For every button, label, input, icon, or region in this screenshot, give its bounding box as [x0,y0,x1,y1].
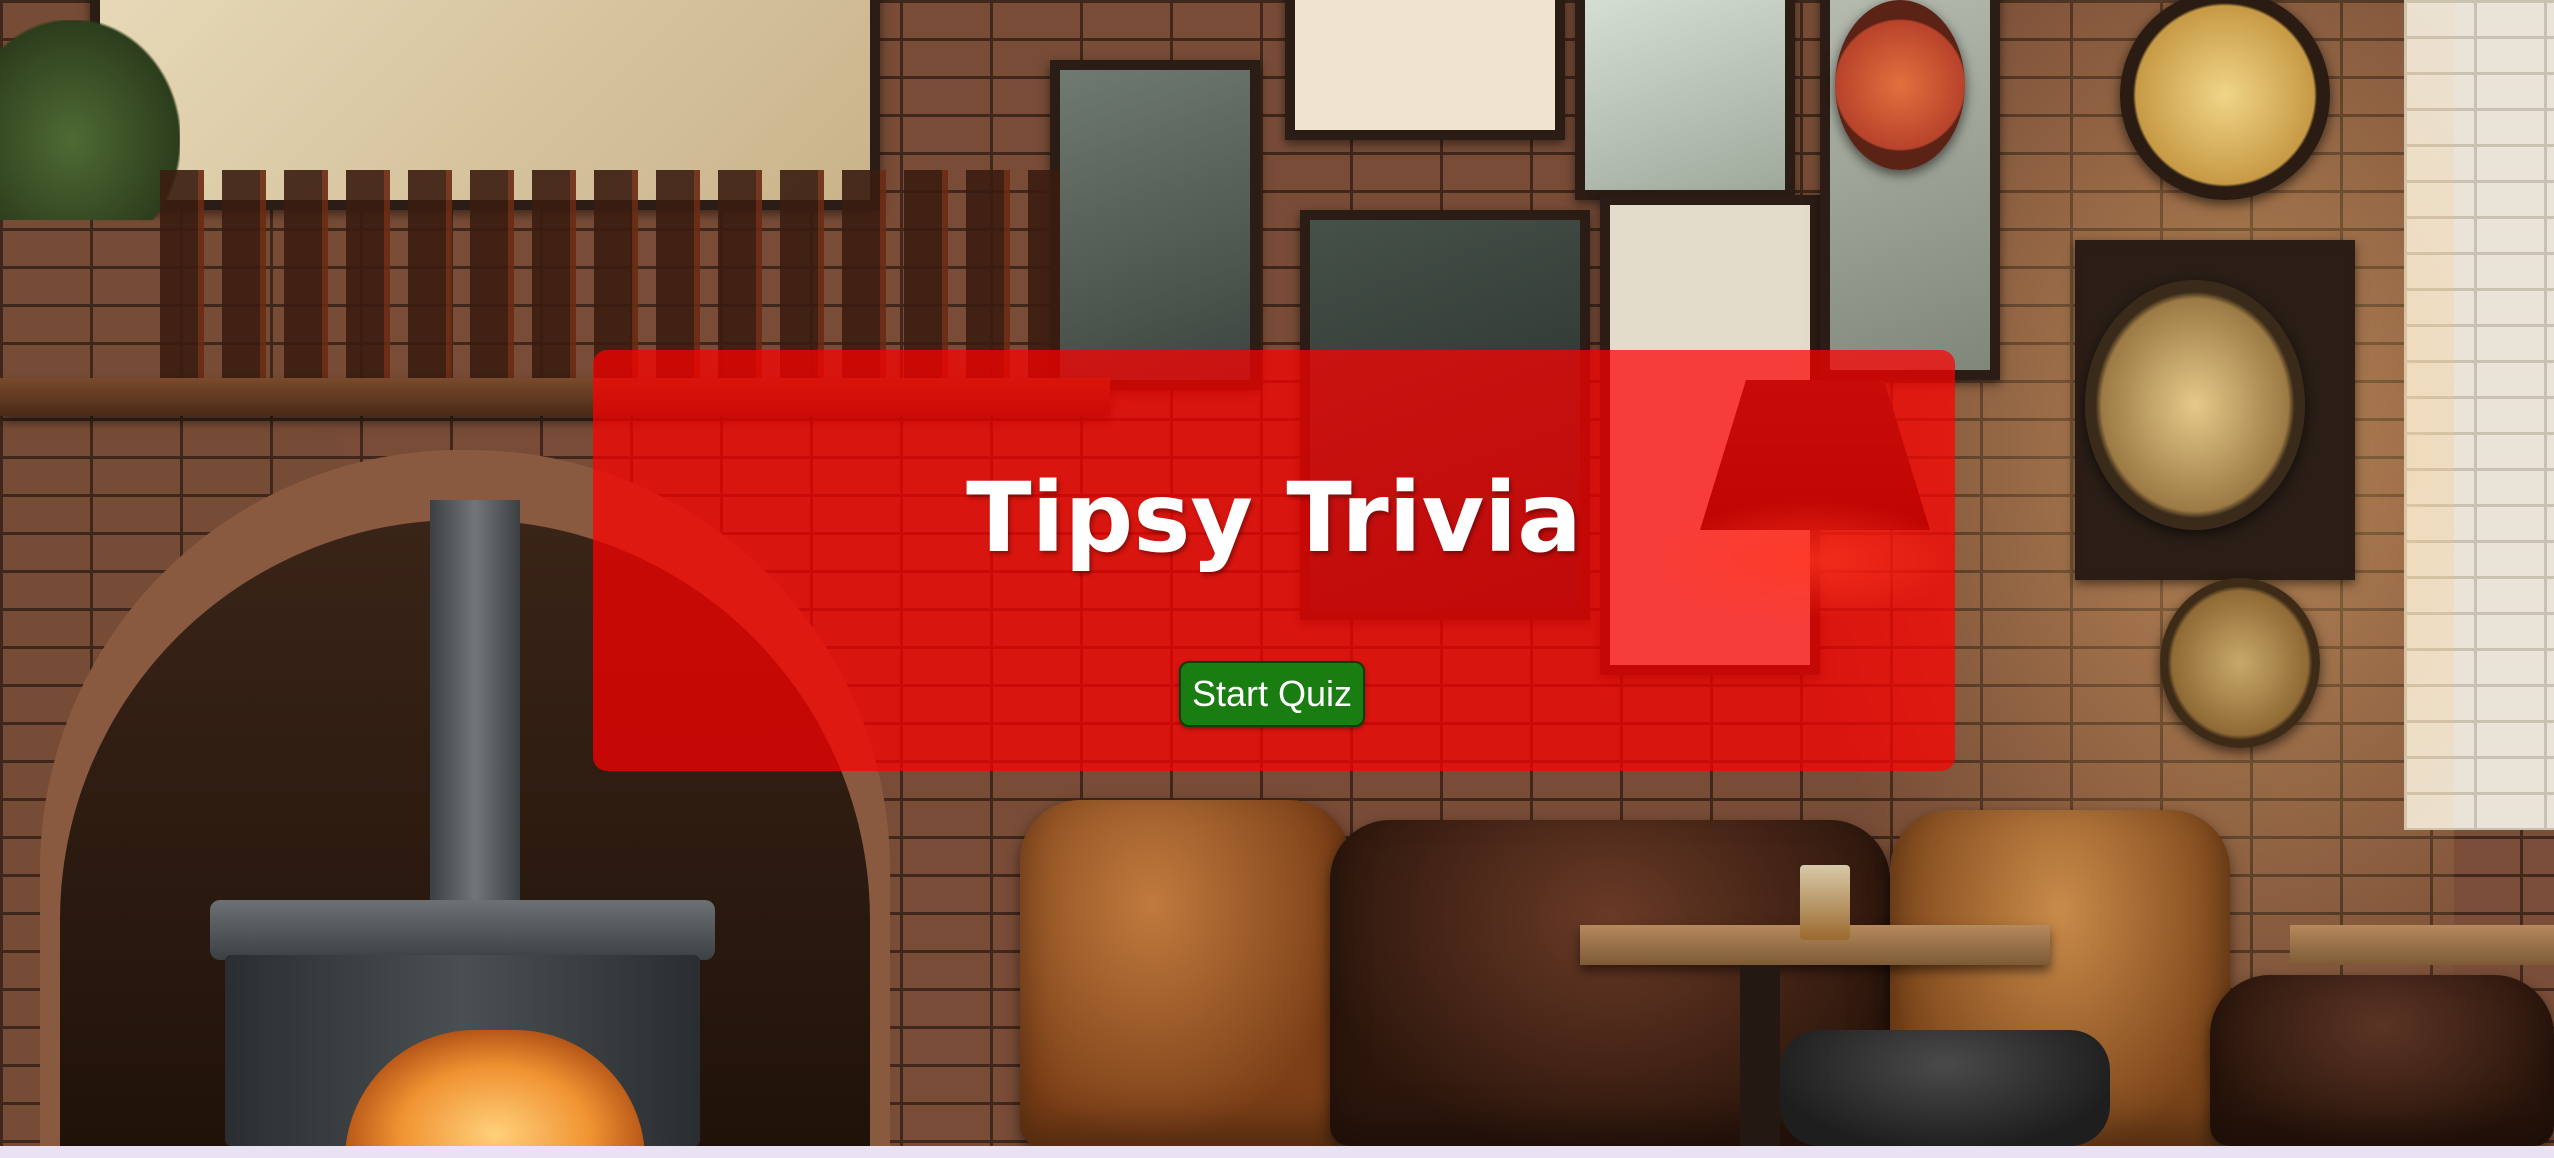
beer-glass [1800,865,1850,940]
page-bottom-edge [0,1146,2554,1158]
table-leg [1740,965,1780,1146]
leather-sofa [2210,975,2554,1146]
wall-plaque [2085,280,2305,530]
page-title: Tipsy Trivia [966,462,1582,574]
poster [1575,0,1795,200]
ottoman [1780,1030,2110,1146]
stove-top [210,900,715,960]
plant [0,20,180,220]
poster [1050,60,1260,390]
quiz-intro-panel: Tipsy Trivia Start Quiz [593,350,1955,771]
start-quiz-button[interactable]: Start Quiz [1179,661,1365,727]
side-table [2290,925,2554,965]
bottle-row [160,170,1060,380]
wall-plaque [1835,0,1965,170]
leather-armchair [1020,800,1350,1146]
poster [1285,0,1565,140]
stove-pipe [430,500,520,910]
wall-plaque [2160,578,2320,748]
